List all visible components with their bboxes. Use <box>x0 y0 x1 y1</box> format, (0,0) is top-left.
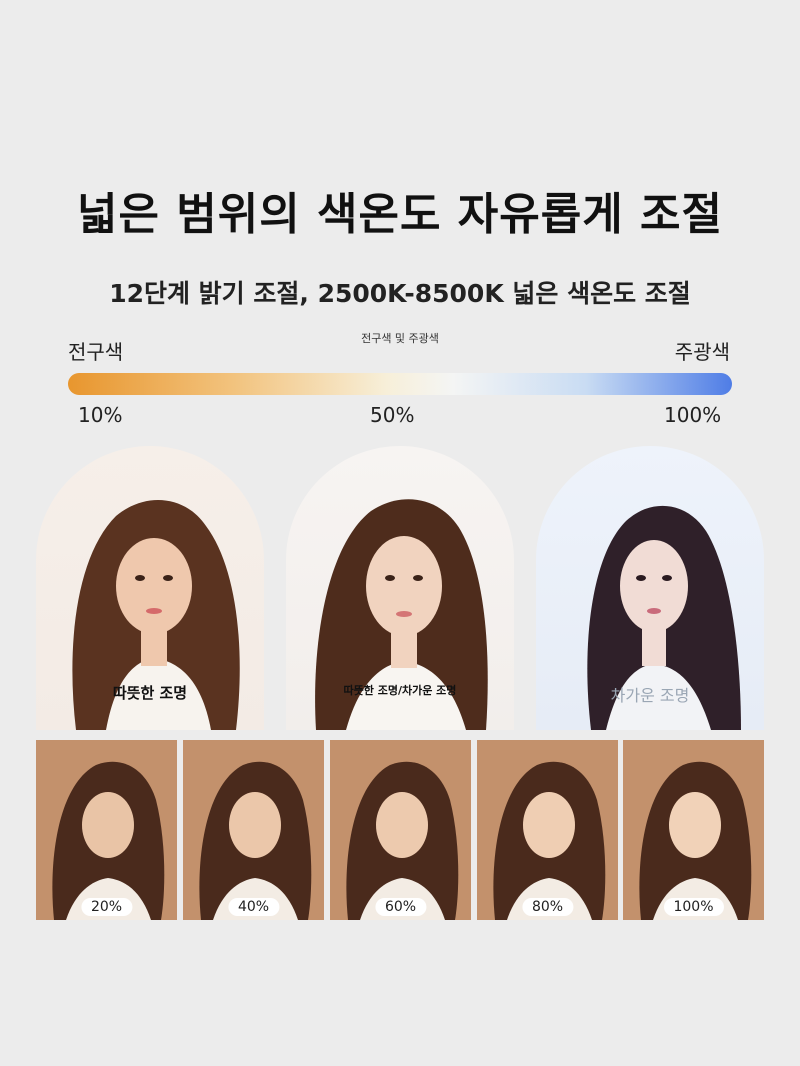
mixed-light-portrait: 따뜻한 조명/차가운 조명 <box>286 446 514 730</box>
mixed-light-caption: 따뜻한 조명/차가운 조명 <box>343 684 457 697</box>
woman-portrait-image <box>52 761 165 920</box>
tick-50: 50% <box>370 403 415 427</box>
page-subtitle: 12단계 밝기 조절, 2500K-8500K 넓은 색온도 조절 <box>109 279 691 308</box>
cool-label: 주광색 <box>674 340 730 364</box>
brightness-badge: 80% <box>521 898 574 916</box>
brightness-badge: 100% <box>663 898 724 916</box>
brightness-thumbnail-100: 100% <box>623 740 764 920</box>
warm-light-caption: 따뜻한 조명 <box>112 684 188 702</box>
brightness-thumbnail-40: 40% <box>183 740 324 920</box>
cool-light-portrait: 차가운 조명 <box>536 446 764 730</box>
brightness-thumbnail-20: 20% <box>36 740 177 920</box>
woman-portrait-image <box>493 761 606 920</box>
page-title: 넓은 범위의 색온도 자유롭게 조절 <box>77 189 723 240</box>
brightness-thumbnail-60: 60% <box>330 740 471 920</box>
tick-10: 10% <box>78 403 123 427</box>
woman-portrait-image <box>639 761 752 920</box>
woman-portrait-image <box>346 761 459 920</box>
brightness-badge: 40% <box>227 898 280 916</box>
tick-100: 100% <box>664 403 722 427</box>
woman-portrait-image <box>199 761 312 920</box>
color-temperature-gradient-bar <box>68 373 732 395</box>
brightness-badge: 20% <box>80 898 133 916</box>
warm-light-portrait: 따뜻한 조명 <box>36 446 264 730</box>
brightness-thumbnail-80: 80% <box>477 740 618 920</box>
brightness-badge: 60% <box>374 898 427 916</box>
cool-light-caption: 차가운 조명 <box>610 686 690 705</box>
